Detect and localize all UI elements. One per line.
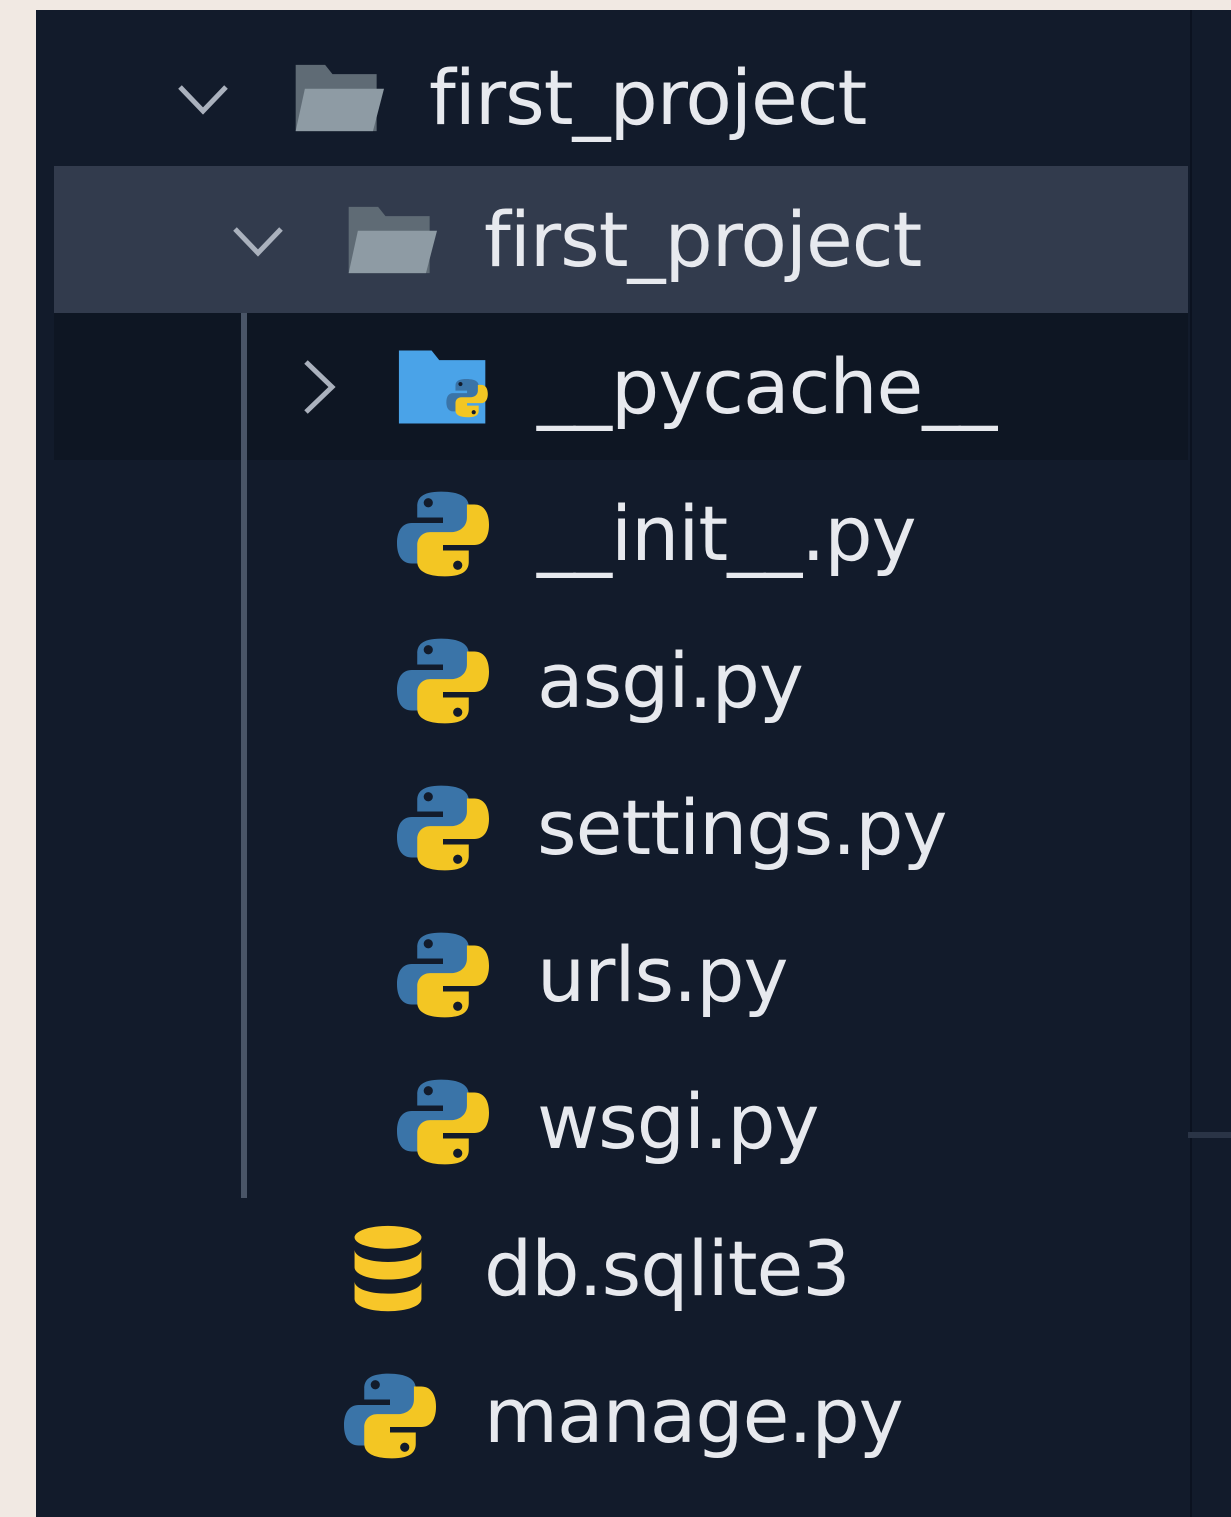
tree-item-label: first_project <box>484 194 922 284</box>
folder-open-icon <box>292 61 384 135</box>
python-icon <box>397 1076 489 1168</box>
chevron-down-icon[interactable] <box>174 73 232 123</box>
python-folder-icon <box>397 348 493 426</box>
chevron-down-icon[interactable] <box>229 215 287 265</box>
tree-item-init-py[interactable]: __init__.py <box>54 460 1188 607</box>
tree-item-label: urls.py <box>537 929 789 1019</box>
tree-item-label: manage.py <box>484 1370 904 1460</box>
python-icon <box>397 635 489 727</box>
tree-item-pycache[interactable]: __pycache__ <box>54 313 1188 460</box>
tree-item-label: db.sqlite3 <box>484 1223 851 1313</box>
python-icon <box>397 488 489 580</box>
database-icon <box>352 1225 424 1313</box>
tree-item-label: asgi.py <box>537 635 804 725</box>
editor-divider-edge <box>1188 1132 1231 1138</box>
tree-item-first-project-nested[interactable]: first_project <box>54 166 1188 313</box>
tree-item-first-project-root[interactable]: first_project <box>54 24 1188 171</box>
python-icon <box>397 929 489 1021</box>
tree-item-manage-py[interactable]: manage.py <box>54 1342 1188 1489</box>
tree-item-label: __pycache__ <box>537 341 997 431</box>
file-explorer: first_project first_project __pycache__ … <box>36 10 1231 1517</box>
tree-item-label: first_project <box>429 52 867 142</box>
folder-open-icon <box>345 203 437 277</box>
tree-item-label: __init__.py <box>537 488 917 578</box>
editor-divider <box>1190 10 1192 1517</box>
chevron-right-icon[interactable] <box>294 356 344 418</box>
tree-item-label: wsgi.py <box>537 1076 819 1166</box>
tree-item-urls-py[interactable]: urls.py <box>54 901 1188 1048</box>
python-icon <box>397 782 489 874</box>
tree-item-settings-py[interactable]: settings.py <box>54 754 1188 901</box>
tree-item-wsgi-py[interactable]: wsgi.py <box>54 1048 1188 1195</box>
tree-item-label: settings.py <box>537 782 947 872</box>
python-icon <box>344 1370 436 1462</box>
tree-item-asgi-py[interactable]: asgi.py <box>54 607 1188 754</box>
indent-guide <box>241 313 247 1198</box>
tree-item-db-sqlite3[interactable]: db.sqlite3 <box>54 1195 1188 1342</box>
